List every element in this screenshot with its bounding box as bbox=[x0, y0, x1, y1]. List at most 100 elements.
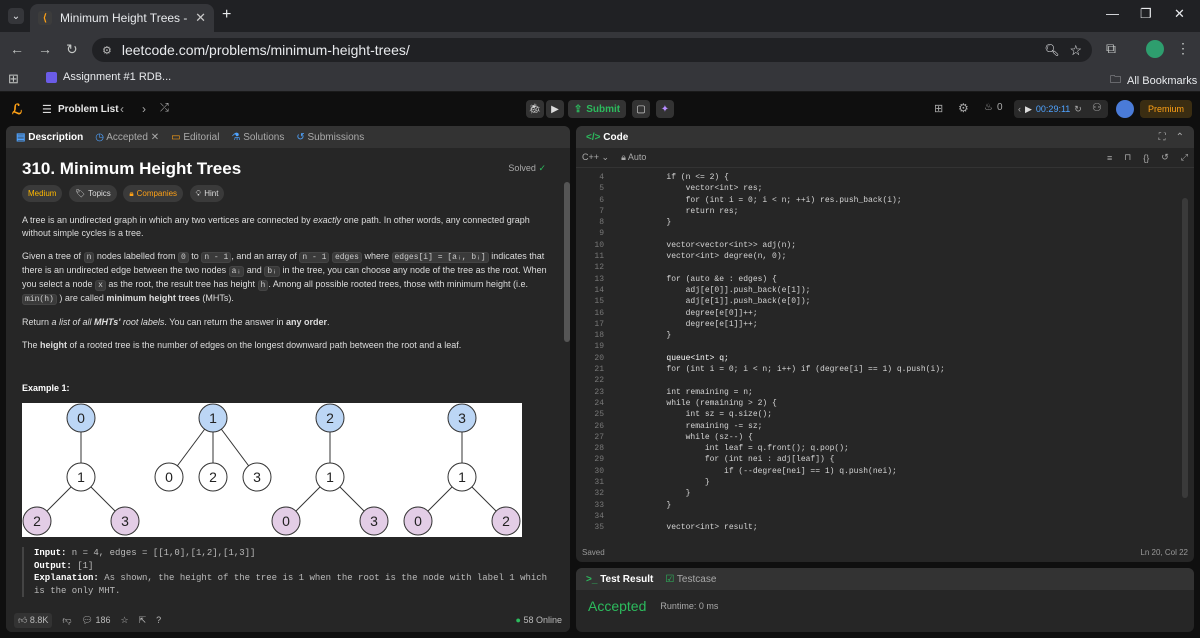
prev-problem-icon[interactable]: ‹ bbox=[120, 102, 124, 116]
tree1-root: 0 bbox=[77, 410, 85, 426]
editor-scrollbar[interactable] bbox=[1182, 198, 1188, 498]
like-button[interactable]: 👍︎ 8.8K bbox=[14, 612, 53, 628]
submit-button[interactable]: ⇪ Submit bbox=[568, 100, 626, 118]
collapse-icon[interactable]: ⌃ bbox=[1176, 132, 1184, 143]
reload-icon[interactable]: ↻ bbox=[66, 41, 78, 58]
extensions-icon[interactable]: ⧉ bbox=[1106, 40, 1116, 57]
cursor-position: Ln 20, Col 22 bbox=[1140, 547, 1188, 557]
line-text: if (n <= 2) { bbox=[628, 173, 729, 182]
shuffle-icon[interactable]: ⤮ bbox=[160, 102, 169, 115]
notes-icon[interactable]: ▢ bbox=[632, 100, 650, 118]
editor-statusbar: Saved Ln 20, Col 22 bbox=[576, 542, 1194, 562]
topics-chip[interactable]: 🏷︎ Topics bbox=[68, 185, 117, 202]
line-number: 11 bbox=[594, 252, 604, 262]
comments-button[interactable]: 💬︎ 186 bbox=[82, 615, 111, 626]
tab-search-button[interactable]: ⌄ bbox=[8, 8, 24, 24]
play-icon[interactable]: ▶ bbox=[1025, 104, 1032, 115]
minimize-window-button[interactable]: — bbox=[1106, 6, 1119, 21]
user-avatar[interactable] bbox=[1116, 100, 1134, 118]
browser-menu-icon[interactable]: ⋮ bbox=[1176, 40, 1190, 57]
code-tab[interactable]: </> Code bbox=[586, 132, 628, 143]
tab-testcase[interactable]: ☑ Testcase bbox=[665, 574, 716, 585]
apps-grid-icon[interactable]: ⊞ bbox=[8, 71, 19, 87]
next-problem-icon[interactable]: › bbox=[142, 102, 146, 116]
new-tab-button[interactable]: + bbox=[222, 6, 231, 24]
restore-window-button[interactable]: ❐ bbox=[1140, 6, 1152, 22]
code-line: 30 if (--degree[nei] == 1) q.push(nei); bbox=[576, 466, 1194, 477]
all-bookmarks-button[interactable]: 🗀 All Bookmarks bbox=[1110, 71, 1197, 90]
close-window-button[interactable]: ✕ bbox=[1174, 6, 1185, 22]
line-number: 34 bbox=[594, 511, 604, 521]
line-text: degree[e[1]]++; bbox=[628, 319, 758, 329]
maximize-icon[interactable]: ⛶ bbox=[1159, 132, 1166, 143]
profile-avatar[interactable] bbox=[1146, 40, 1164, 58]
ai-sparkle-icon[interactable]: ✦ bbox=[656, 100, 674, 118]
bookmark-item[interactable]: Assignment #1 RDB... bbox=[46, 71, 171, 83]
back-arrow-icon[interactable]: ← bbox=[10, 41, 24, 57]
tab-description[interactable]: ▤ Description bbox=[16, 132, 83, 143]
reset-icon[interactable]: ↻ bbox=[1074, 104, 1082, 115]
leetcode-logo-icon[interactable]: ℒ bbox=[12, 101, 22, 118]
streak-counter[interactable]: ♨ 0 bbox=[984, 102, 1003, 113]
problem-list-link[interactable]: Problem List bbox=[58, 104, 119, 115]
close-tab-icon[interactable]: ✕ bbox=[195, 10, 206, 26]
zoom-icon[interactable]: 🔍︎ bbox=[1044, 43, 1059, 57]
code-n: n bbox=[83, 252, 95, 263]
forward-arrow-icon[interactable]: → bbox=[38, 41, 52, 57]
line-text: vector<int> degree(n, 0); bbox=[628, 252, 787, 262]
close-tab-accepted-icon[interactable]: ✕ bbox=[151, 132, 159, 143]
solved-label: Solved bbox=[508, 163, 536, 173]
help-icon[interactable]: ? bbox=[156, 615, 161, 625]
site-info-icon[interactable]: ⚙ bbox=[102, 44, 112, 57]
hint-chip[interactable]: 💡︎ Hint bbox=[189, 185, 225, 202]
description-scrollbar[interactable] bbox=[564, 182, 570, 342]
p2-mhtend: (MHTs). bbox=[199, 293, 234, 303]
tab-accepted[interactable]: ◷ Accepted ✕ bbox=[95, 132, 159, 143]
difficulty-badge[interactable]: Medium bbox=[22, 185, 63, 202]
auto-mode[interactable]: 🔒︎ Auto bbox=[621, 152, 646, 163]
problem-title: 310. Minimum Height Trees bbox=[22, 159, 242, 178]
test-result-panel: >_ Test Result ☑ Testcase Accepted Runti… bbox=[576, 568, 1194, 632]
share-icon[interactable]: ⇱ bbox=[139, 615, 147, 626]
topics-label: Topics bbox=[88, 189, 111, 198]
code-line: 27 while (sz--) { bbox=[576, 432, 1194, 443]
line-text: return res; bbox=[628, 206, 739, 216]
line-number: 27 bbox=[594, 432, 604, 442]
bookmark-star-icon[interactable]: ☆ bbox=[1069, 42, 1082, 59]
p1a: A tree is an undirected graph in which a… bbox=[22, 215, 314, 225]
braces-icon[interactable]: {} bbox=[1143, 153, 1149, 163]
tree3-root: 2 bbox=[326, 410, 334, 426]
add-friend-icon[interactable]: ⚇ bbox=[1092, 101, 1102, 114]
undo-icon[interactable]: ↺ bbox=[1161, 152, 1169, 163]
expand-icon[interactable]: ⤢ bbox=[1181, 152, 1188, 163]
browser-tab[interactable]: ⟨ Minimum Height Trees - LeetCo ✕ bbox=[30, 4, 214, 32]
line-number: 14 bbox=[594, 285, 604, 295]
timer-prev-icon[interactable]: ‹ bbox=[1018, 104, 1021, 114]
tab-solutions[interactable]: ⚗ Solutions bbox=[231, 132, 284, 143]
language-select[interactable]: C++ ⌄ bbox=[582, 152, 609, 163]
debug-icon[interactable]: 🐞︎ bbox=[526, 100, 544, 118]
comments-count: 186 bbox=[95, 614, 111, 625]
line-number: 5 bbox=[599, 184, 604, 194]
tab-test-result[interactable]: >_ Test Result bbox=[586, 574, 653, 585]
bookmark-icon[interactable]: ⊓ bbox=[1124, 152, 1131, 163]
doc-icon: ▤ bbox=[16, 131, 29, 143]
layout-icon[interactable]: ⊞ bbox=[934, 102, 943, 115]
line-number: 15 bbox=[594, 297, 604, 307]
settings-gear-icon[interactable]: ⚙ bbox=[958, 101, 969, 115]
premium-button[interactable]: Premium bbox=[1140, 100, 1192, 118]
code-brackets-icon: </> bbox=[586, 131, 604, 143]
address-bar[interactable]: ⚙ leetcode.com/problems/minimum-height-t… bbox=[92, 38, 1092, 62]
companies-chip[interactable]: 🔒︎ Companies bbox=[123, 185, 184, 202]
browser-tab-title: Minimum Height Trees - LeetCo bbox=[60, 11, 188, 25]
code-line: 14 adj[e[0]].push_back(e[1]); bbox=[576, 285, 1194, 296]
editor-toolbar: C++ ⌄ 🔒︎ Auto ≡ ⊓ {} ↺ ⤢ bbox=[576, 148, 1194, 168]
run-button[interactable]: ▶ bbox=[546, 100, 564, 118]
code-line: 13 for (auto &e : edges) { bbox=[576, 274, 1194, 285]
favorite-star-icon[interactable]: ☆ bbox=[121, 615, 129, 626]
tab-submissions[interactable]: ↺ Submissions bbox=[296, 132, 364, 143]
code-editor[interactable]: 4 if (n <= 2) {5 vector<int> res; 6 for (… bbox=[576, 168, 1194, 536]
format-icon[interactable]: ≡ bbox=[1107, 153, 1112, 163]
dislike-button[interactable]: 👎︎ bbox=[62, 615, 71, 626]
tab-editorial[interactable]: ▭ Editorial bbox=[171, 132, 219, 143]
